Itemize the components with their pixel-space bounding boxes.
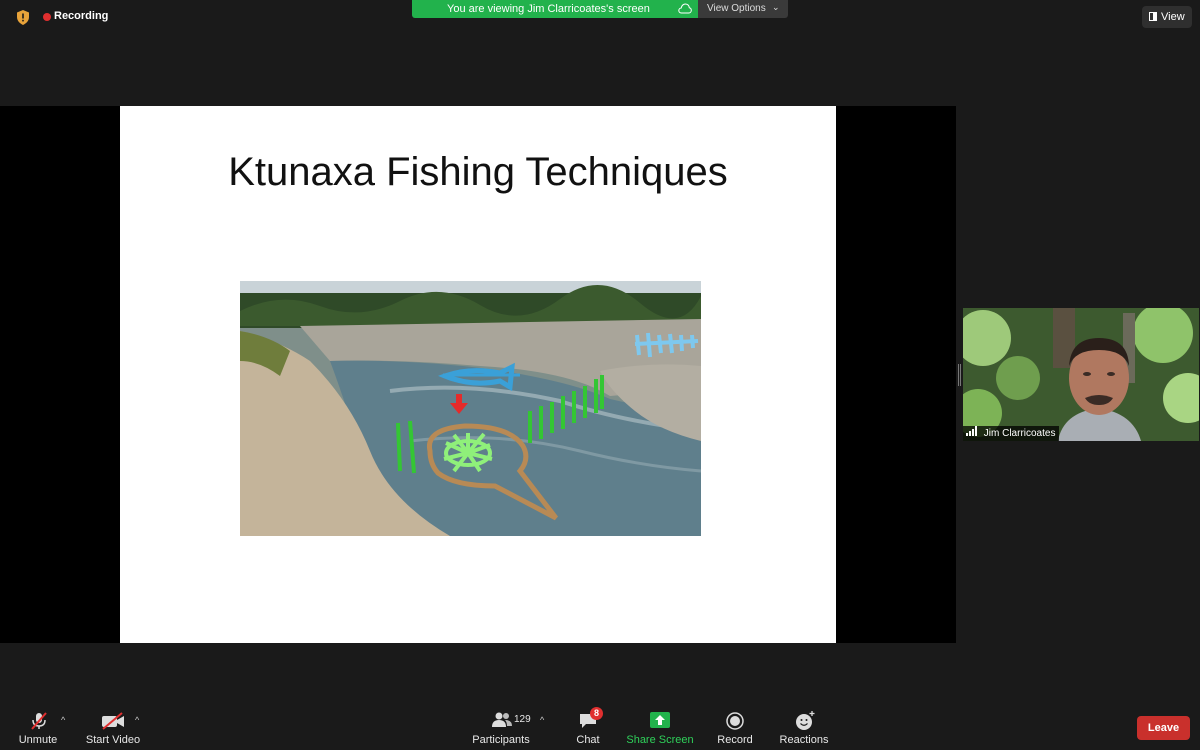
participant-name: Jim Clarricoates (983, 428, 1056, 439)
video-options-caret[interactable]: ^ (135, 715, 139, 725)
participant-video-tile[interactable]: Jim Clarricoates (963, 308, 1199, 441)
signal-bars-icon (966, 426, 978, 436)
banner-text: You are viewing Jim Clarricoates's scree… (447, 3, 650, 15)
reactions-label: Reactions (779, 734, 829, 746)
audio-options-caret[interactable]: ^ (61, 715, 65, 725)
unmute-button[interactable]: Unmute (14, 706, 62, 750)
record-label: Record (717, 734, 753, 746)
chat-button[interactable]: 8 Chat (570, 706, 606, 750)
participants-count: 129 (514, 714, 531, 725)
cloud-icon[interactable] (678, 3, 692, 14)
view-options-dropdown[interactable]: View Options ⌄ (698, 0, 788, 18)
shared-screen: Ktunaxa Fishing Techniques (0, 106, 956, 643)
shield-icon[interactable] (16, 10, 30, 25)
view-icon (1149, 12, 1157, 21)
participants-options-caret[interactable]: ^ (540, 715, 544, 725)
start-video-button[interactable]: Start Video (82, 706, 144, 750)
presentation-slide: Ktunaxa Fishing Techniques (120, 106, 836, 643)
meeting-toolbar: Unmute ^ Start Video ^ 129 Participants … (0, 706, 1200, 750)
slide-title: Ktunaxa Fishing Techniques (228, 150, 728, 194)
chevron-down-icon: ⌄ (772, 2, 780, 12)
record-button[interactable]: Record (712, 706, 758, 750)
leave-button[interactable]: Leave (1137, 716, 1190, 740)
share-screen-icon (650, 712, 670, 728)
start-video-label: Start Video (85, 734, 141, 746)
reactions-icon (796, 711, 815, 730)
participant-video (963, 308, 1199, 441)
top-bar: Recording You are viewing Jim Clarricoat… (0, 0, 1200, 36)
river-photo-with-drawings (240, 281, 701, 536)
view-options-label: View Options (707, 3, 766, 14)
recording-dot-icon (43, 13, 51, 21)
mic-muted-icon (31, 712, 47, 730)
chat-unread-badge: 8 (590, 707, 603, 720)
participants-icon (492, 712, 512, 727)
participants-button[interactable]: 129 Participants (470, 706, 532, 750)
chat-label: Chat (576, 734, 600, 746)
record-icon (726, 712, 744, 730)
view-button-label: View (1161, 11, 1185, 23)
reactions-button[interactable]: Reactions (776, 706, 832, 750)
participant-name-tag: Jim Clarricoates (963, 426, 1060, 441)
video-off-icon (102, 712, 124, 730)
share-screen-button[interactable]: Share Screen (626, 706, 694, 750)
viewing-screen-banner: You are viewing Jim Clarricoates's scree… (412, 0, 698, 18)
participants-label: Participants (472, 734, 530, 746)
recording-label: Recording (54, 10, 109, 22)
share-screen-label: Share Screen (626, 734, 694, 746)
panel-resize-handle[interactable] (958, 364, 961, 386)
view-button[interactable]: View (1142, 6, 1192, 28)
unmute-label: Unmute (18, 734, 58, 746)
